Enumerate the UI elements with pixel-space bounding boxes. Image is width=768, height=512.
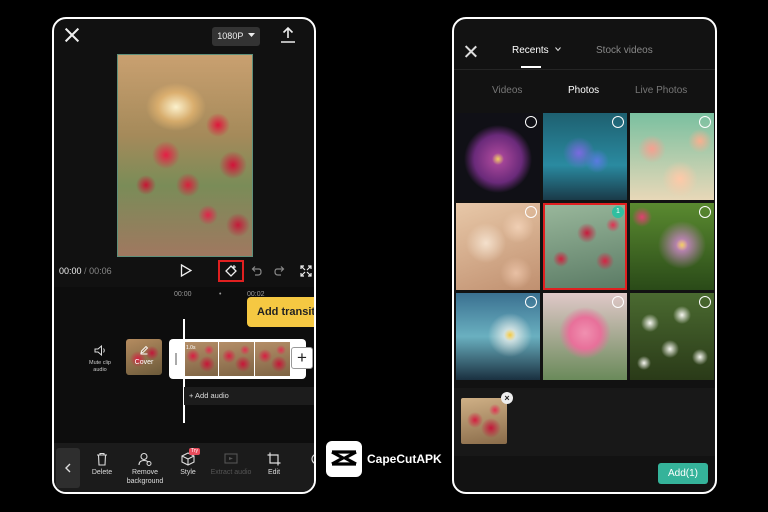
trash-icon <box>97 452 107 466</box>
pencil-icon <box>140 345 149 355</box>
tab-recents-label: Recents <box>512 45 549 56</box>
select-circle[interactable] <box>699 116 711 128</box>
speaker-icon <box>94 345 105 356</box>
try-badge: Try <box>189 448 201 455</box>
add-audio-button[interactable]: + Add audio <box>184 387 314 405</box>
chevron-down-icon <box>555 47 562 52</box>
remove-selected-icon[interactable]: × <box>501 392 513 404</box>
current-time: 00:00 <box>59 266 82 276</box>
photo-thumbnail[interactable] <box>543 293 627 380</box>
keyframe-add-icon[interactable] <box>224 264 238 278</box>
tab-stock-videos[interactable]: Stock videos <box>596 45 653 56</box>
subtab-live-photos[interactable]: Live Photos <box>635 85 687 96</box>
divider <box>454 69 715 70</box>
selection-number-badge[interactable]: 1 <box>612 206 624 218</box>
chevron-left-icon <box>65 463 71 473</box>
tool-remove-background[interactable]: Remove background <box>124 448 166 492</box>
photo-thumbnail[interactable] <box>456 203 540 290</box>
subtab-videos[interactable]: Videos <box>492 85 522 96</box>
photo-thumbnail[interactable] <box>630 113 714 200</box>
filter-icon <box>311 454 314 464</box>
video-preview[interactable] <box>117 54 253 257</box>
close-icon[interactable] <box>64 27 80 43</box>
subtab-photos[interactable]: Photos <box>568 85 599 96</box>
tool-label: Extract audio <box>210 469 252 476</box>
photo-grid: 1 <box>454 111 715 383</box>
select-circle[interactable] <box>699 206 711 218</box>
photo-thumbnail[interactable] <box>456 293 540 380</box>
caret-down-icon <box>247 33 255 37</box>
timecode: 00:00 / 00:06 <box>59 266 112 276</box>
brand-name: CapeCutAPK <box>367 452 442 466</box>
select-circle[interactable] <box>612 296 624 308</box>
add-clip-button[interactable]: + <box>291 347 313 369</box>
select-circle[interactable] <box>525 116 537 128</box>
play-icon[interactable] <box>180 264 192 277</box>
tool-label: Delete <box>91 469 113 476</box>
clip-trim-handle[interactable] <box>175 353 177 365</box>
cover-label: Cover <box>134 359 154 366</box>
picker-header: Recents Stock videos <box>454 19 715 69</box>
mute-label-line2: audio <box>93 366 107 373</box>
capcut-logo <box>326 441 362 477</box>
playhead[interactable] <box>183 319 185 423</box>
select-circle[interactable] <box>612 116 624 128</box>
clip-frame <box>219 342 254 376</box>
crop-icon <box>267 452 281 466</box>
resolution-dropdown[interactable]: 1080P <box>212 27 260 46</box>
photo-thumbnail[interactable] <box>630 293 714 380</box>
export-icon[interactable] <box>280 26 296 44</box>
tool-filter[interactable]: F <box>296 448 314 492</box>
video-clip-track[interactable]: 1.0s <box>169 339 306 379</box>
clip-frame <box>255 342 290 376</box>
ruler-mark-0: 00:00 <box>174 291 192 298</box>
photo-thumbnail[interactable] <box>456 113 540 200</box>
keyframe-highlight-box <box>218 260 244 282</box>
timeline[interactable]: 00:00 • 00:02 Add transiti Mute clip aud… <box>54 287 314 443</box>
photo-thumbnail[interactable] <box>630 203 714 290</box>
tab-recents[interactable]: Recents <box>512 45 562 56</box>
remove-background-icon <box>138 452 152 466</box>
tool-edit[interactable]: Edit <box>253 448 295 492</box>
tool-label: F <box>296 468 314 477</box>
select-circle[interactable] <box>525 206 537 218</box>
media-picker-phone: Recents Stock videos Videos Photos Live … <box>452 17 717 494</box>
add-transition-tooltip[interactable]: Add transiti <box>247 297 314 327</box>
mute-clip-audio-button[interactable]: Mute clip audio <box>82 345 118 379</box>
cover-button[interactable]: Cover <box>126 339 162 375</box>
back-button[interactable] <box>56 448 80 488</box>
tool-style[interactable]: Try Style <box>167 448 209 492</box>
bottom-toolbar: Delete Remove background Try Style Extra… <box>54 443 314 492</box>
selected-thumbnail[interactable] <box>461 398 507 444</box>
time-separator: / <box>84 266 87 276</box>
screenshot-stage: 1080P 00:00 / 00:06 00:00 • 00:02 Add tr… <box>0 0 768 512</box>
clip-duration: 1.0s <box>186 345 196 351</box>
undo-icon[interactable] <box>250 265 262 277</box>
tool-label: Remove background <box>126 469 164 485</box>
select-circle[interactable] <box>525 296 537 308</box>
extract-audio-icon <box>224 453 238 464</box>
add-button[interactable]: Add(1) <box>658 463 708 484</box>
select-circle[interactable] <box>699 296 711 308</box>
redo-icon[interactable] <box>274 265 286 277</box>
active-tab-indicator <box>521 66 541 68</box>
capcut-logo-icon <box>331 450 357 466</box>
resolution-label: 1080P <box>217 31 244 41</box>
photo-thumbnail-selected[interactable]: 1 <box>543 203 627 290</box>
playback-controls: 00:00 / 00:06 <box>54 260 314 282</box>
tool-label: Edit <box>267 469 281 476</box>
editor-top-bar: 1080P <box>54 19 314 55</box>
tool-extract-audio[interactable]: Extract audio <box>210 448 252 492</box>
total-duration: 00:06 <box>89 266 112 276</box>
ruler-dot: • <box>219 291 222 298</box>
tool-label: Style <box>180 469 196 476</box>
tool-delete[interactable]: Delete <box>81 448 123 492</box>
photo-thumbnail[interactable] <box>543 113 627 200</box>
close-icon[interactable] <box>464 45 478 59</box>
selected-media-tray: × <box>454 388 715 456</box>
fullscreen-icon[interactable] <box>300 265 312 277</box>
editor-phone: 1080P 00:00 / 00:06 00:00 • 00:02 Add tr… <box>52 17 316 494</box>
